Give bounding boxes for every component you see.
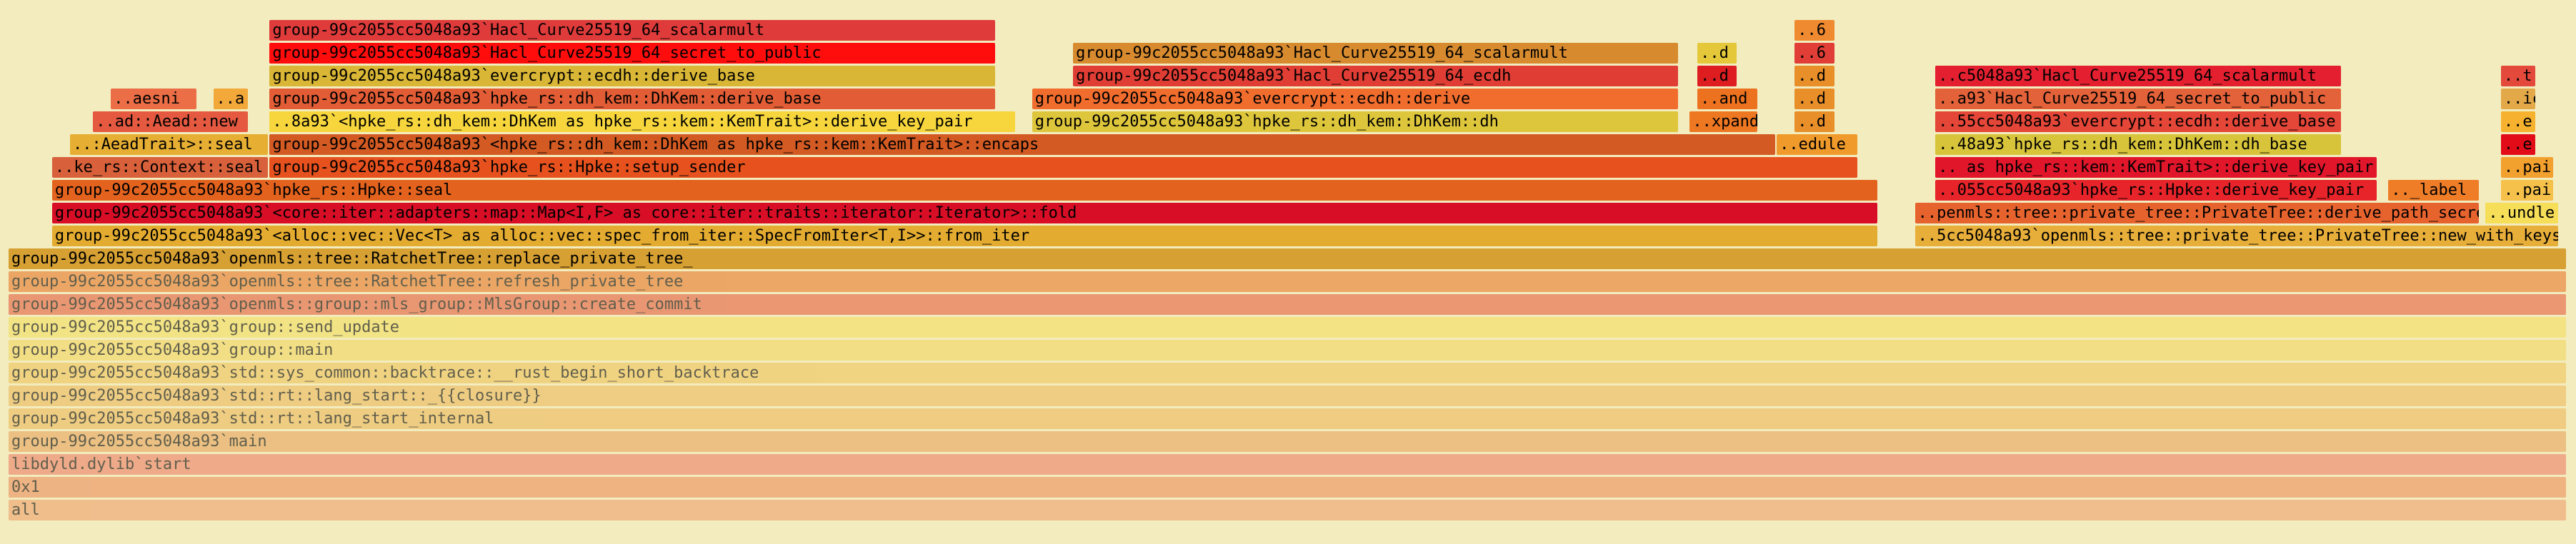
flame-frame[interactable]: group-99c2055cc5048a93`hpke_rs::Hpke::se…: [51, 180, 1878, 201]
flame-frame[interactable]: .._label: [2388, 180, 2480, 201]
flame-frame[interactable]: ..d: [1794, 89, 1834, 109]
flame-frame[interactable]: group-99c2055cc5048a93`std::sys_common::…: [9, 363, 2566, 383]
flame-frame[interactable]: ..and: [1697, 89, 1758, 109]
flame-frame[interactable]: ..d: [1697, 66, 1737, 86]
flame-frame[interactable]: ..5cc5048a93`openmls::tree::private_tree…: [1914, 226, 2559, 246]
flame-frame[interactable]: ..48a93`hpke_rs::dh_kem::DhKem::dh_base: [1935, 134, 2341, 155]
flame-frame[interactable]: group-99c2055cc5048a93`hpke_rs::dh_kem::…: [1032, 111, 1679, 132]
flame-frame[interactable]: ..e: [2500, 134, 2535, 155]
flame-frame[interactable]: ..aesni: [111, 89, 197, 109]
flame-frame[interactable]: 0x1: [9, 477, 2566, 498]
flame-frame[interactable]: group-99c2055cc5048a93`group::main: [9, 340, 2566, 361]
flame-frame[interactable]: ..ad::Aead::new: [93, 111, 248, 132]
flame-frame[interactable]: ..055cc5048a93`hpke_rs::Hpke::derive_key…: [1935, 180, 2377, 201]
flame-frame[interactable]: ..a: [213, 89, 248, 109]
flame-frame[interactable]: group-99c2055cc5048a93`<core::iter::adap…: [51, 203, 1878, 223]
flame-frame[interactable]: ..undle: [2485, 203, 2559, 223]
flame-frame[interactable]: ..6: [1794, 20, 1834, 41]
flame-frame[interactable]: group-99c2055cc5048a93`Hacl_Curve25519_6…: [269, 43, 995, 64]
flame-frame[interactable]: group-99c2055cc5048a93`std::rt::lang_sta…: [9, 386, 2566, 406]
flame-frame[interactable]: ..d: [1794, 111, 1834, 132]
flame-frame[interactable]: ..pair: [2500, 157, 2554, 178]
flame-frame[interactable]: group-99c2055cc5048a93`hpke_rs::Hpke::se…: [269, 157, 1857, 178]
flame-frame[interactable]: ..55cc5048a93`evercrypt::ecdh::derive_ba…: [1935, 111, 2341, 132]
flame-frame[interactable]: group-99c2055cc5048a93`<hpke_rs::dh_kem:…: [269, 134, 1776, 155]
flame-frame[interactable]: group-99c2055cc5048a93`Hacl_Curve25519_6…: [269, 20, 995, 41]
flame-frame[interactable]: ..pair: [2500, 180, 2554, 201]
flame-frame[interactable]: ..d: [1794, 66, 1834, 86]
flame-frame[interactable]: ..penmls::tree::private_tree::PrivateTre…: [1914, 203, 2480, 223]
flame-frame[interactable]: group-99c2055cc5048a93`hpke_rs::dh_kem::…: [269, 89, 995, 109]
flame-frame[interactable]: group-99c2055cc5048a93`<alloc::vec::Vec<…: [51, 226, 1878, 246]
flame-frame[interactable]: ..ke_rs::Context::seal: [51, 157, 269, 178]
flame-graph: all 0x1 libdyld.dylib`start group-99c2055cc…: [0, 0, 2576, 544]
flame-frame[interactable]: ..a93`Hacl_Curve25519_64_secret_to_publi…: [1935, 89, 2341, 109]
flame-frame[interactable]: .. as hpke_rs::kem::KemTrait>::derive_ke…: [1935, 157, 2377, 178]
flame-frame[interactable]: group-99c2055cc5048a93`openmls::group::m…: [9, 294, 2566, 315]
flame-frame[interactable]: group-99c2055cc5048a93`std::rt::lang_sta…: [9, 408, 2566, 429]
flame-frame[interactable]: group-99c2055cc5048a93`group::send_updat…: [9, 317, 2566, 338]
flame-frame[interactable]: group-99c2055cc5048a93`Hacl_Curve25519_6…: [1073, 43, 1679, 64]
flame-frame[interactable]: ..d: [1697, 43, 1737, 64]
flame-frame[interactable]: group-99c2055cc5048a93`main: [9, 431, 2566, 452]
flame-frame[interactable]: group-99c2055cc5048a93`Hacl_Curve25519_6…: [1073, 66, 1679, 86]
flame-frame[interactable]: ..c5048a93`Hacl_Curve25519_64_scalarmult: [1935, 66, 2341, 86]
flame-frame[interactable]: ..edule: [1777, 134, 1857, 155]
flame-frame[interactable]: ..6: [1794, 43, 1834, 64]
flame-frame[interactable]: libdyld.dylib`start: [9, 454, 2566, 475]
flame-frame[interactable]: group-99c2055cc5048a93`evercrypt::ecdh::…: [1032, 89, 1679, 109]
flame-frame[interactable]: group-99c2055cc5048a93`openmls::tree::Ra…: [9, 271, 2566, 292]
flame-frame[interactable]: all: [9, 500, 2566, 520]
flame-frame[interactable]: ..ic: [2500, 89, 2535, 109]
flame-frame[interactable]: group-99c2055cc5048a93`evercrypt::ecdh::…: [269, 66, 995, 86]
flame-frame[interactable]: group-99c2055cc5048a93`openmls::tree::Ra…: [9, 248, 2566, 269]
flame-frame[interactable]: ..t: [2500, 66, 2535, 86]
flame-frame[interactable]: ..e: [2500, 111, 2535, 132]
flame-frame[interactable]: ..8a93`<hpke_rs::dh_kem::DhKem as hpke_r…: [269, 111, 1016, 132]
flame-frame[interactable]: ..:AeadTrait>::seal: [69, 134, 269, 155]
flame-frame[interactable]: ..xpand: [1689, 111, 1758, 132]
